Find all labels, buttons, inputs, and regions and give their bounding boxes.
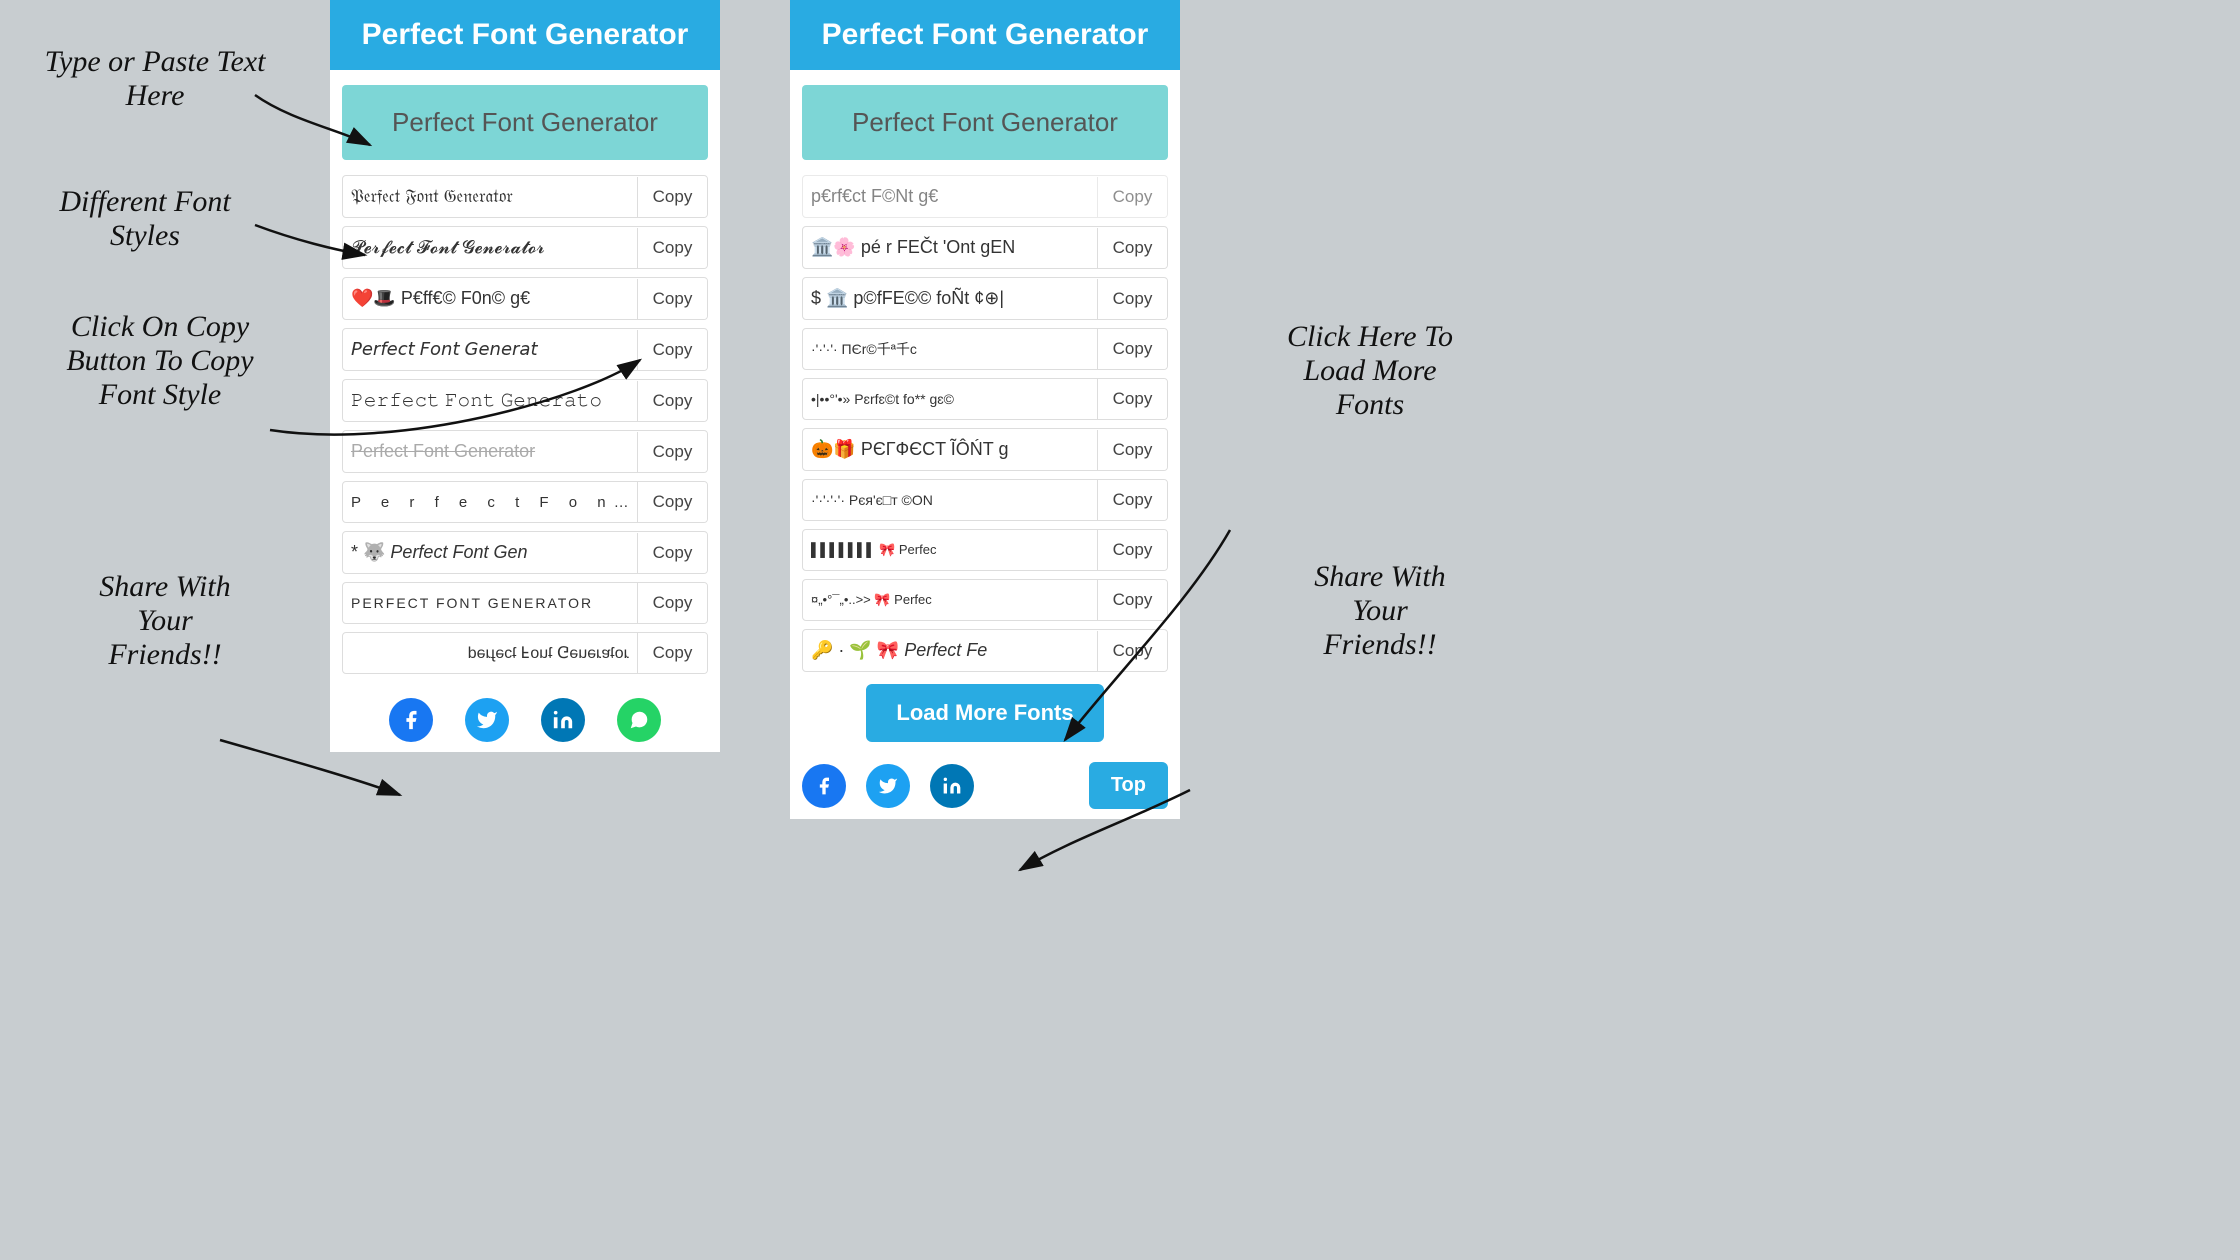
font-row-8: * 🐺 Perfect Font Gen Copy: [342, 531, 708, 574]
copy-btn-right-partial[interactable]: Copy: [1097, 177, 1167, 217]
font-row-r6: ·'·'·'·'· Рєя'є□т ©ON Copy: [802, 479, 1168, 521]
annotation-click-copy: Click On CopyButton To CopyFont Style: [20, 310, 300, 412]
font-text-2: 𝓟𝓮𝓻𝓯𝓮𝓬𝓽 𝓕𝓸𝓷𝓽 𝓖𝓮𝓷𝓮𝓻𝓪𝓽𝓸𝓻: [343, 227, 637, 268]
font-row-r1: 🏛️🌸 pé r FEČt 'Ont gEN Copy: [802, 226, 1168, 269]
font-text-10: ɹoʇɐɹǝuǝ⅁ ʇuoℲ ʇɔǝɟɹǝd: [343, 633, 637, 673]
copy-btn-5[interactable]: Copy: [637, 381, 707, 421]
load-more-button[interactable]: Load More Fonts: [866, 684, 1103, 742]
font-row-r4: •|••°'•» Pɛrfɛ©t fo** gɛ© Copy: [802, 378, 1168, 420]
copy-btn-r9[interactable]: Copy: [1097, 631, 1167, 671]
font-row-right-partial: p€rf€ct F©Nt g€ Copy: [802, 175, 1168, 218]
copy-btn-r4[interactable]: Copy: [1097, 379, 1167, 419]
right-text-input[interactable]: Perfect Font Generator: [802, 85, 1168, 160]
copy-btn-1[interactable]: Copy: [637, 177, 707, 217]
font-row-r9: 🔑 · 🌱 🎀 Perfect Fe Copy: [802, 629, 1168, 672]
annotation-share-right: Share WithYourFriends!!: [1240, 560, 1520, 662]
font-text-r5: 🎃🎁 ΡЄГФЄCT ĨÔŃT g: [803, 429, 1097, 470]
annotation-different-fonts: Different FontStyles: [10, 185, 280, 253]
annotation-share-left: Share WithYourFriends!!: [50, 570, 280, 672]
left-phone-panel: Perfect Font Generator Perfect Font Gene…: [330, 0, 720, 752]
font-text-6: Perfect Font Generator: [343, 431, 637, 472]
font-text-r4: •|••°'•» Pɛrfɛ©t fo** gɛ©: [803, 381, 1097, 417]
font-row-r5: 🎃🎁 ΡЄГФЄCT ĨÔŃT g Copy: [802, 428, 1168, 471]
font-row-4: 𝘗𝘦𝘳𝘧𝘦𝘤𝘵 𝘍𝘰𝘯𝘵 𝘎𝘦𝘯𝘦𝘳𝘢𝘵 Copy: [342, 328, 708, 371]
font-row-1: 𝔓𝔢𝔯𝔣𝔢𝔠𝔱 𝔉𝔬𝔫𝔱 𝔊𝔢𝔫𝔢𝔯𝔞𝔱𝔬𝔯 Copy: [342, 175, 708, 218]
right-bottom-row: Top: [790, 752, 1180, 819]
copy-btn-10[interactable]: Copy: [637, 633, 707, 673]
copy-btn-r3[interactable]: Copy: [1097, 329, 1167, 369]
font-text-r3: ·'·'·'· ΠЄr©千ª千c: [803, 329, 1097, 369]
top-button[interactable]: Top: [1089, 762, 1168, 809]
font-row-r2: $ 🏛️ p©fFE©© foÑt ¢⊕| Copy: [802, 277, 1168, 320]
copy-btn-8[interactable]: Copy: [637, 533, 707, 573]
social-row-left: [330, 682, 720, 752]
copy-btn-r6[interactable]: Copy: [1097, 480, 1167, 520]
font-row-6: Perfect Font Generator Copy: [342, 430, 708, 473]
font-text-3: ❤️🎩 P€ff€© F0n© g€: [343, 278, 637, 319]
font-text-8: * 🐺 Perfect Font Gen: [343, 532, 637, 573]
font-text-r9: 🔑 · 🌱 🎀 Perfect Fe: [803, 630, 1097, 671]
font-row-7: P e r f e c t F o n t Copy: [342, 481, 708, 523]
font-row-10: ɹoʇɐɹǝuǝ⅁ ʇuoℲ ʇɔǝɟɹǝd Copy: [342, 632, 708, 674]
copy-btn-r1[interactable]: Copy: [1097, 228, 1167, 268]
copy-btn-r5[interactable]: Copy: [1097, 430, 1167, 470]
font-text-r2: $ 🏛️ p©fFE©© foÑt ¢⊕|: [803, 278, 1097, 319]
font-text-r6: ·'·'·'·'· Рєя'є□т ©ON: [803, 482, 1097, 518]
copy-btn-r2[interactable]: Copy: [1097, 279, 1167, 319]
right-panel-header: Perfect Font Generator: [790, 0, 1180, 70]
font-text-r8: ¤„•°¯„•..>> 🎀 Perfec: [803, 582, 1097, 618]
linkedin-icon-right[interactable]: [930, 764, 974, 808]
twitter-icon-right[interactable]: [866, 764, 910, 808]
text-input[interactable]: Perfect Font Generator: [342, 85, 708, 160]
font-row-5: 𝙿𝚎𝚛𝚏𝚎𝚌𝚝 𝙵𝚘𝚗𝚝 𝙶𝚎𝚗𝚎𝚛𝚊𝚝𝚘 Copy: [342, 379, 708, 422]
font-text-right-partial: p€rf€ct F©Nt g€: [803, 176, 1097, 217]
copy-btn-r7[interactable]: Copy: [1097, 530, 1167, 570]
right-phone-panel: Perfect Font Generator Perfect Font Gene…: [790, 0, 1180, 819]
copy-btn-r8[interactable]: Copy: [1097, 580, 1167, 620]
font-text-5: 𝙿𝚎𝚛𝚏𝚎𝚌𝚝 𝙵𝚘𝚗𝚝 𝙶𝚎𝚗𝚎𝚛𝚊𝚝𝚘: [343, 380, 637, 421]
copy-btn-7[interactable]: Copy: [637, 482, 707, 522]
annotation-click-load: Click Here ToLoad MoreFonts: [1230, 320, 1510, 422]
font-text-1: 𝔓𝔢𝔯𝔣𝔢𝔠𝔱 𝔉𝔬𝔫𝔱 𝔊𝔢𝔫𝔢𝔯𝔞𝔱𝔬𝔯: [343, 176, 637, 217]
twitter-icon-left[interactable]: [465, 698, 509, 742]
font-text-r1: 🏛️🌸 pé r FEČt 'Ont gEN: [803, 227, 1097, 268]
font-text-r7: ▌▌▌▌▌▌▌ 🎀 Perfec: [803, 532, 1097, 568]
annotation-type-paste: Type or Paste TextHere: [30, 45, 280, 113]
facebook-icon-right[interactable]: [802, 764, 846, 808]
facebook-icon-left[interactable]: [389, 698, 433, 742]
whatsapp-icon-left[interactable]: [617, 698, 661, 742]
font-text-4: 𝘗𝘦𝘳𝘧𝘦𝘤𝘵 𝘍𝘰𝘯𝘵 𝘎𝘦𝘯𝘦𝘳𝘢𝘵: [343, 329, 637, 370]
font-row-r3: ·'·'·'· ΠЄr©千ª千c Copy: [802, 328, 1168, 370]
font-text-7: P e r f e c t F o n t: [343, 484, 637, 521]
copy-btn-4[interactable]: Copy: [637, 330, 707, 370]
copy-btn-3[interactable]: Copy: [637, 279, 707, 319]
font-text-9: PERFECT FONT GENERATOR: [343, 585, 637, 621]
linkedin-icon-left[interactable]: [541, 698, 585, 742]
font-row-r7: ▌▌▌▌▌▌▌ 🎀 Perfec Copy: [802, 529, 1168, 571]
copy-btn-9[interactable]: Copy: [637, 583, 707, 623]
font-row-r8: ¤„•°¯„•..>> 🎀 Perfec Copy: [802, 579, 1168, 621]
copy-btn-6[interactable]: Copy: [637, 432, 707, 472]
copy-btn-2[interactable]: Copy: [637, 228, 707, 268]
font-row-9: PERFECT FONT GENERATOR Copy: [342, 582, 708, 624]
font-row-3: ❤️🎩 P€ff€© F0n© g€ Copy: [342, 277, 708, 320]
font-row-2: 𝓟𝓮𝓻𝓯𝓮𝓬𝓽 𝓕𝓸𝓷𝓽 𝓖𝓮𝓷𝓮𝓻𝓪𝓽𝓸𝓻 Copy: [342, 226, 708, 269]
left-panel-header: Perfect Font Generator: [330, 0, 720, 70]
